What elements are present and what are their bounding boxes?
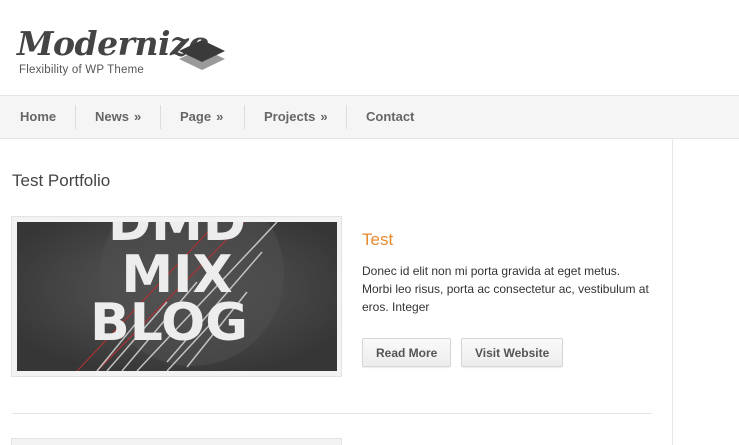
nav-separator xyxy=(346,105,347,129)
page-title: Test Portfolio xyxy=(12,171,111,190)
visit-website-button[interactable]: Visit Website xyxy=(461,338,564,367)
read-more-button[interactable]: Read More xyxy=(362,338,452,367)
portfolio-divider xyxy=(12,413,652,414)
portfolio-item-excerpt: Donec id elit non mi porta gravida at eg… xyxy=(362,264,649,314)
nav-separator xyxy=(75,105,76,129)
nav-item-label: Contact xyxy=(366,109,415,124)
nav-item-label: Page xyxy=(180,109,212,124)
nav-item-page[interactable]: Page » xyxy=(180,96,223,138)
site-header: Modernize Flexibility of WP Theme xyxy=(0,0,739,95)
nav-item-label: News xyxy=(95,109,129,124)
nav-separator xyxy=(160,105,161,129)
next-portfolio-thumbnail-frame[interactable] xyxy=(11,438,342,445)
submenu-indicator-icon: » xyxy=(320,109,328,124)
portfolio-thumbnail-frame[interactable]: DMD MIX BLOG xyxy=(11,216,342,377)
submenu-indicator-icon: » xyxy=(133,109,142,124)
nav-item-news[interactable]: News » xyxy=(95,96,141,138)
thumbnail-text-line: BLOG xyxy=(90,293,248,353)
nav-item-contact[interactable]: Contact xyxy=(366,96,414,138)
main-navigation: Home News » Page » Projects » Contact xyxy=(0,95,739,139)
layers-icon xyxy=(179,40,225,79)
nav-item-label: Home xyxy=(20,109,57,124)
nav-item-projects[interactable]: Projects » xyxy=(264,96,328,138)
logo-tagline: Flexibility of WP Theme xyxy=(19,64,144,76)
nav-item-home[interactable]: Home xyxy=(20,96,56,138)
nav-separator xyxy=(244,105,245,129)
nav-item-label: Projects xyxy=(264,109,316,124)
submenu-indicator-icon: » xyxy=(216,109,224,124)
portfolio-item-title[interactable]: Test xyxy=(362,230,393,250)
portfolio-thumbnail[interactable]: DMD MIX BLOG xyxy=(17,222,337,371)
sidebar-divider xyxy=(672,138,673,445)
